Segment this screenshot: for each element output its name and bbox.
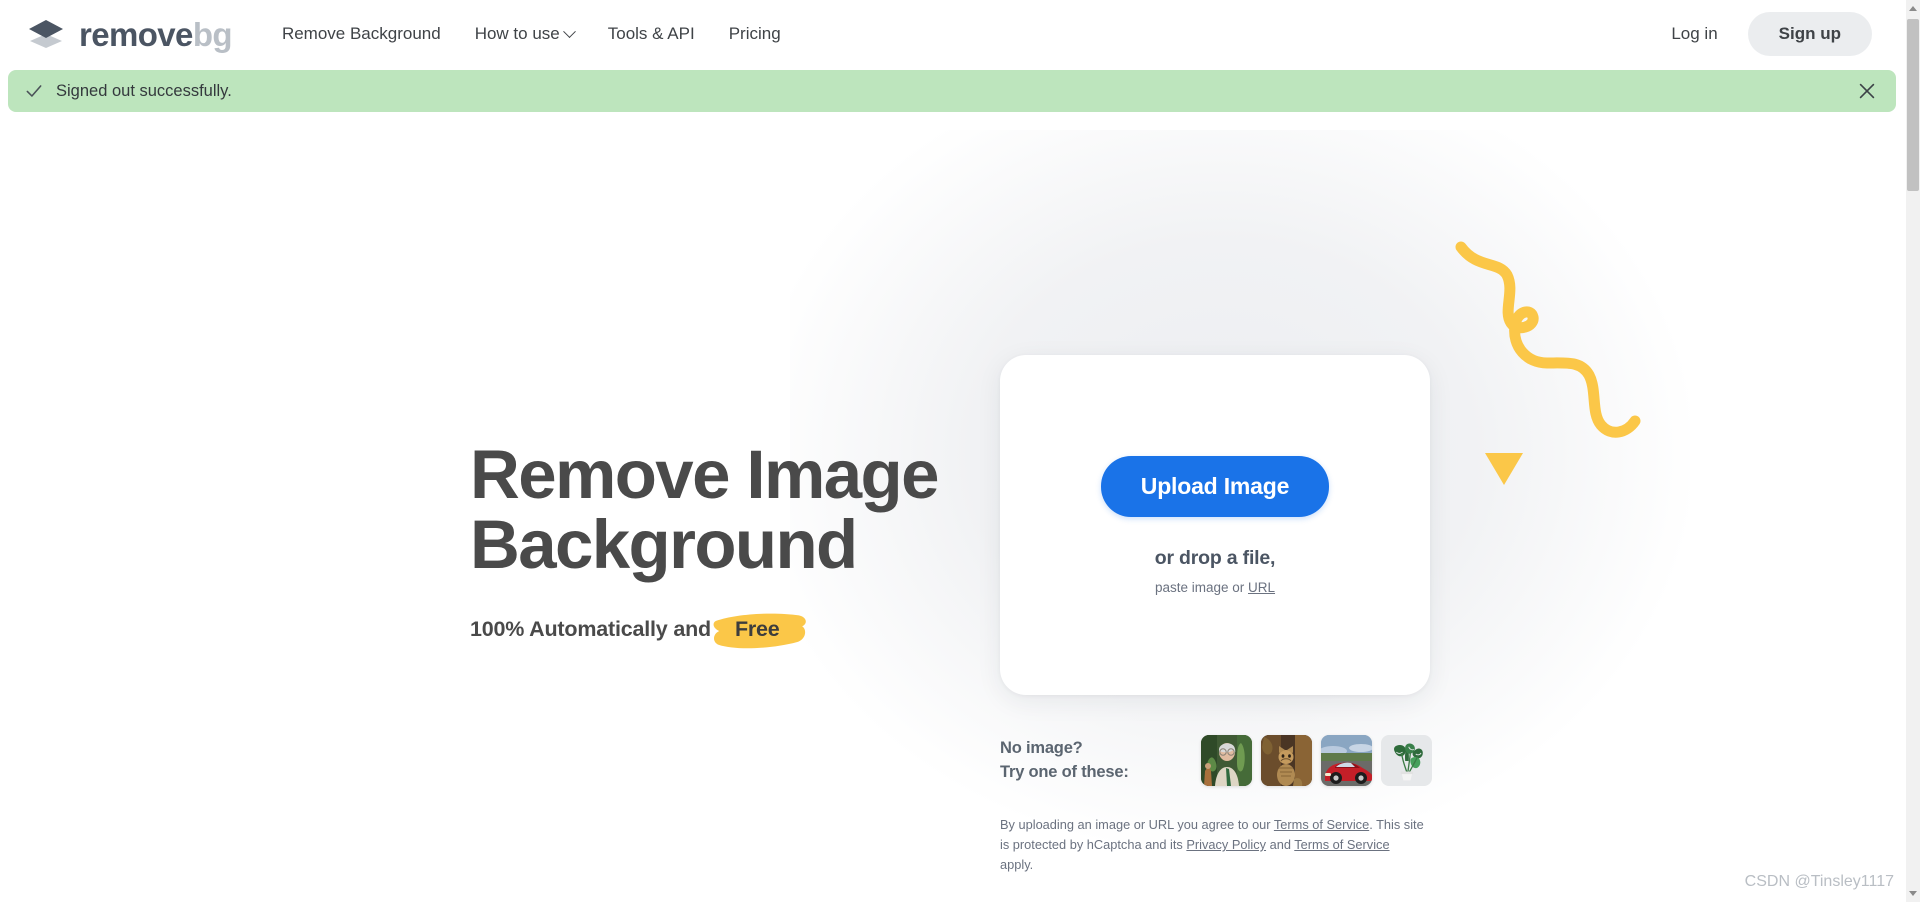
sample-car-image [1321, 735, 1372, 786]
check-icon [26, 85, 42, 97]
layers-diamond-icon [29, 20, 63, 48]
sample-cat-thumbnail[interactable] [1261, 735, 1312, 786]
logo-link[interactable]: removebg [26, 15, 233, 53]
nav-item-pricing[interactable]: Pricing [712, 18, 798, 50]
yellow-squiggle-decoration [1455, 241, 1641, 485]
nav-item-how-to-use[interactable]: How to use [458, 18, 591, 50]
hero-subtitle: 100% Automatically and Free [470, 613, 990, 649]
sample-cat-image [1261, 735, 1312, 786]
samples-label-line-1: No image? [1000, 739, 1083, 758]
close-icon[interactable] [1856, 80, 1878, 102]
legal-part-4: apply. [1000, 857, 1034, 873]
page-title: Remove Image Background [470, 439, 990, 584]
free-badge: Free [713, 613, 806, 649]
terms-of-service-link-1[interactable]: Terms of Service [1274, 817, 1369, 832]
legal-part-3: and [1266, 837, 1295, 853]
sample-plant-thumbnail[interactable] [1381, 735, 1432, 786]
login-link[interactable]: Log in [1655, 16, 1733, 52]
terms-of-service-link-2[interactable]: Terms of Service [1294, 837, 1389, 852]
sample-plant-image [1384, 738, 1429, 783]
sample-man-image [1201, 735, 1252, 786]
logo-text-secondary: bg [192, 15, 233, 53]
nav-item-remove-background[interactable]: Remove Background [265, 18, 458, 50]
scroll-down-arrow-icon[interactable] [1906, 885, 1920, 902]
sample-man-thumbnail[interactable] [1201, 735, 1252, 786]
paste-hint-text: paste image or URL [1155, 580, 1275, 595]
hero-title-line-2: Background [470, 506, 858, 584]
privacy-policy-link[interactable]: Privacy Policy [1186, 837, 1266, 852]
samples-label-line-2: Try one of these: [1000, 762, 1129, 781]
legal-disclaimer: By uploading an image or URL you agree t… [1000, 815, 1425, 876]
sample-thumbnail-list [1201, 735, 1432, 786]
page-root: removebg Remove Background How to use To… [0, 0, 1920, 902]
paste-hint-prefix: paste image or [1154, 579, 1249, 595]
free-badge-label: Free [734, 616, 780, 641]
upload-dropzone-card[interactable]: Upload Image or drop a file, paste image… [1000, 355, 1430, 695]
logo-text-primary: remove [79, 15, 193, 53]
header-actions: Log in Sign up [1655, 12, 1872, 56]
legal-part-1: By uploading an image or URL you agree t… [1000, 817, 1274, 832]
sample-images-section: No image? Try one of these: [1000, 735, 1432, 786]
hero-title-line-1: Remove Image [470, 436, 939, 513]
main-navigation: Remove Background How to use Tools & API… [265, 18, 798, 50]
sample-car-thumbnail[interactable] [1321, 735, 1372, 786]
nav-label: How to use [474, 24, 560, 43]
vertical-scrollbar[interactable] [1906, 0, 1920, 902]
logo-text: removebg [79, 15, 233, 53]
paste-url-link[interactable]: URL [1248, 580, 1275, 595]
scrollbar-thumb[interactable] [1907, 19, 1919, 191]
nav-item-tools-api[interactable]: Tools & API [591, 18, 712, 50]
scroll-up-arrow-icon[interactable] [1906, 0, 1920, 17]
nav-label: Remove Background [281, 24, 441, 43]
signup-button[interactable]: Sign up [1747, 12, 1872, 56]
watermark-text: CSDN @Tinsley1117 [1744, 873, 1894, 890]
site-header: removebg Remove Background How to use To… [0, 0, 1906, 68]
samples-label: No image? Try one of these: [1000, 737, 1129, 784]
flash-message-text: Signed out successfully. [56, 81, 232, 100]
drop-file-text: or drop a file, [1154, 546, 1276, 569]
nav-label: Pricing [728, 24, 781, 43]
hero-section: Remove Image Background 100% Automatical… [470, 439, 990, 649]
hero-subtitle-text: 100% Automatically and [470, 617, 711, 642]
flash-message-banner: Signed out successfully. [8, 70, 1896, 112]
chevron-down-icon [562, 24, 576, 38]
nav-label: Tools & API [607, 24, 695, 43]
upload-image-button[interactable]: Upload Image [1100, 455, 1330, 517]
